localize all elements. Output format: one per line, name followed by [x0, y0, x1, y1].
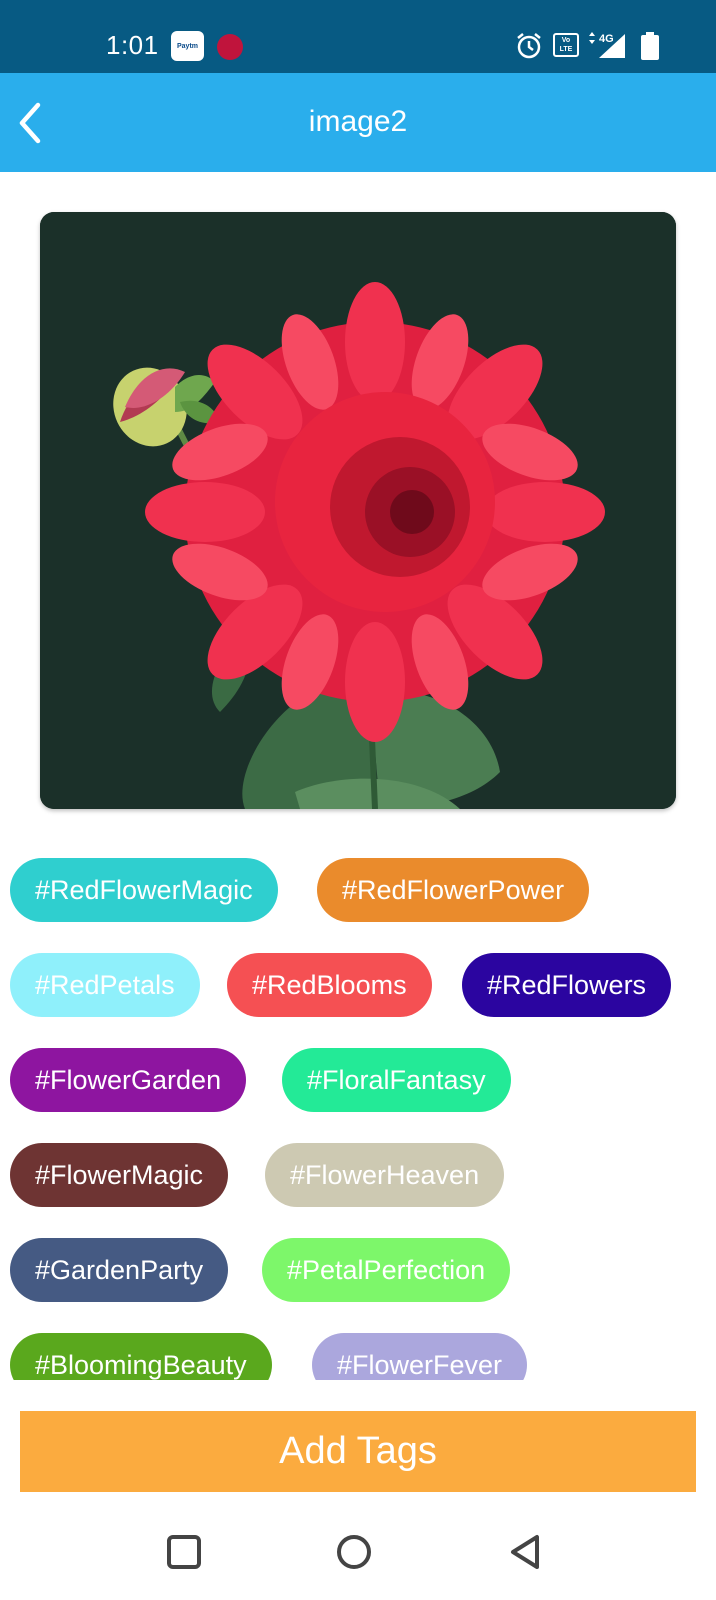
app-bar: image2: [0, 73, 716, 172]
status-time: 1:01: [106, 30, 159, 60]
back-triangle-icon[interactable]: [506, 1532, 546, 1572]
tag-chip[interactable]: #FlowerGarden: [10, 1048, 247, 1112]
tag-chip[interactable]: #PetalPerfection: [262, 1238, 511, 1302]
dahlia-bloom-graphic: [145, 282, 605, 742]
notification-dot-icon: [217, 34, 243, 60]
add-tags-button[interactable]: Add Tags: [20, 1411, 696, 1492]
red-dahlia-image: [40, 212, 676, 809]
battery-icon: [641, 32, 659, 60]
tag-chip[interactable]: #RedBlooms: [227, 953, 432, 1017]
volte-icon: Vo LTE: [553, 33, 579, 57]
network-type-label: 4G: [599, 33, 614, 45]
recents-square-icon[interactable]: [164, 1532, 204, 1572]
tag-chip[interactable]: #FloralFantasy: [282, 1048, 511, 1112]
tag-chip[interactable]: #RedFlowerPower: [317, 858, 590, 922]
tag-chip[interactable]: #RedPetals: [10, 953, 200, 1017]
tag-chip[interactable]: #RedFlowerMagic: [10, 858, 278, 922]
tag-chip[interactable]: #FlowerFever: [312, 1333, 528, 1380]
signal-icon: 4G: [589, 32, 625, 58]
flower-photo: [40, 212, 676, 809]
tag-chip[interactable]: #BloomingBeauty: [10, 1333, 272, 1380]
home-circle-icon[interactable]: [334, 1532, 374, 1572]
tags-container: #RedFlowerMagic #RedFlowerPower #RedPeta…: [0, 830, 716, 1380]
alarm-icon: [517, 33, 541, 59]
tag-chip[interactable]: #FlowerMagic: [10, 1143, 229, 1207]
system-nav-bar: [0, 1500, 716, 1600]
tag-chip[interactable]: #GardenParty: [10, 1238, 229, 1302]
page-title: image2: [308, 105, 408, 138]
tag-chip[interactable]: #RedFlowers: [462, 953, 672, 1017]
tag-chip[interactable]: #FlowerHeaven: [265, 1143, 505, 1207]
status-bar: 1:01 Paytm Vo LTE 4G: [0, 0, 716, 73]
paytm-icon: Paytm: [171, 31, 204, 61]
